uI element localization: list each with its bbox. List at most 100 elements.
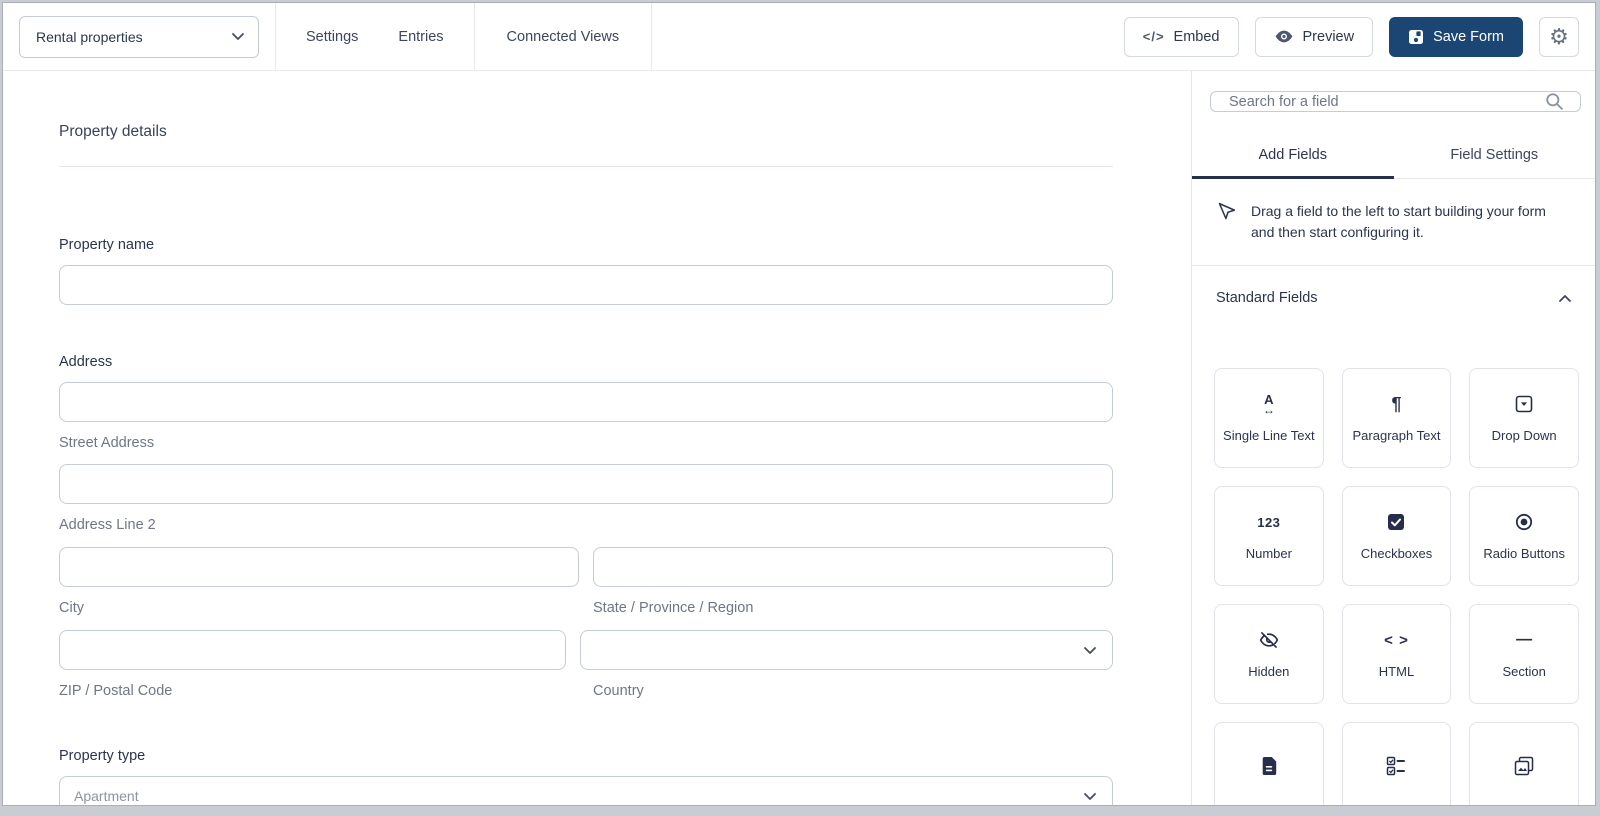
field-type-card-paragraph-text[interactable]: ¶ Paragraph Text — [1341, 368, 1452, 468]
section-divider — [59, 166, 1113, 167]
field-sidebar: Add Fields Field Settings Drag a field t… — [1191, 71, 1595, 805]
nav-settings[interactable]: Settings — [306, 29, 358, 45]
top-bar: Rental properties Settings Entries Conne… — [3, 3, 1595, 71]
form-column: Property details Property name Address S… — [59, 123, 1113, 805]
form-canvas: Property details Property name Address S… — [3, 71, 1191, 805]
preview-button-label: Preview — [1302, 28, 1355, 45]
field-type-card-number[interactable]: 123 Number — [1214, 486, 1324, 586]
single-line-text-icon: A ↔ — [1262, 391, 1275, 417]
property-type-label: Property type — [59, 748, 146, 764]
zip-country-row — [59, 630, 1113, 670]
header-nav-connected: Connected Views — [475, 29, 652, 45]
field-type-card-radio-buttons[interactable]: Radio Buttons — [1469, 486, 1579, 586]
field-type-label: Number — [1245, 546, 1292, 561]
nav-entries[interactable]: Entries — [398, 29, 443, 45]
city-state-labels: City State / Province / Region — [59, 600, 1113, 616]
drag-instruction-text: Drag a field to the left to start buildi… — [1251, 203, 1546, 240]
checkbox-icon — [1387, 511, 1405, 533]
property-name-label: Property name — [59, 237, 155, 253]
city-input[interactable] — [59, 547, 579, 587]
form-selector-dropdown[interactable]: Rental properties — [19, 15, 259, 58]
paragraph-icon: ¶ — [1391, 394, 1402, 414]
address-line2-input[interactable] — [59, 464, 1113, 504]
field-type-label: Radio Buttons — [1483, 546, 1565, 561]
zip-sublabel: ZIP / Postal Code — [59, 683, 173, 699]
eye-off-icon — [1259, 629, 1279, 651]
code-icon: < > — [1384, 631, 1409, 649]
field-type-card-hidden[interactable]: Hidden — [1214, 604, 1324, 704]
standard-fields-title: Standard Fields — [1216, 290, 1318, 306]
gear-icon: ⚙ — [1549, 23, 1569, 49]
chevron-down-icon — [1084, 647, 1096, 654]
radio-icon — [1515, 511, 1533, 533]
city-state-row — [59, 547, 1113, 587]
form-selector-value: Rental properties — [36, 28, 143, 45]
city-sublabel: City — [59, 600, 84, 616]
chevron-down-icon — [1084, 793, 1096, 800]
field-type-card-section[interactable]: — Section — [1469, 604, 1579, 704]
settings-gear-button[interactable]: ⚙ — [1539, 16, 1579, 57]
field-type-label: Single Line Text — [1223, 428, 1315, 443]
address-label: Address — [59, 354, 113, 370]
field-type-label: Hidden — [1248, 664, 1290, 679]
sidebar-tabs: Add Fields Field Settings — [1192, 132, 1595, 179]
header-actions: </> Embed Preview Save Form ⚙ — [1123, 16, 1579, 57]
form-section-title: Property details — [59, 123, 167, 140]
property-type-select[interactable]: Apartment — [59, 776, 1113, 805]
mouse-pointer-icon — [1216, 201, 1237, 243]
property-name-input[interactable] — [59, 265, 1113, 305]
field-type-card-drop-down[interactable]: Drop Down — [1469, 368, 1579, 468]
zip-country-labels: ZIP / Postal Code Country — [59, 683, 1113, 699]
standard-fields-header[interactable]: Standard Fields — [1192, 266, 1595, 308]
address-line2-sublabel: Address Line 2 — [59, 517, 156, 533]
preview-button[interactable]: Preview — [1254, 16, 1374, 57]
screenshot-frame: Rental properties Settings Entries Conne… — [0, 0, 1600, 816]
field-type-label: Checkboxes — [1360, 546, 1433, 561]
header-divider — [651, 3, 653, 70]
field-type-card-checkboxes[interactable]: Checkboxes — [1341, 486, 1452, 586]
dropdown-icon — [1515, 393, 1533, 415]
document-icon — [1260, 755, 1278, 777]
field-type-card-document[interactable] — [1214, 722, 1324, 805]
search-icon — [1545, 92, 1564, 111]
field-type-label: Paragraph Text — [1352, 428, 1441, 443]
header-nav: Settings Entries — [276, 29, 474, 45]
eye-icon — [1274, 29, 1294, 44]
field-type-label: Drop Down — [1491, 428, 1557, 443]
country-sublabel: Country — [593, 683, 644, 699]
street-address-sublabel: Street Address — [59, 435, 155, 451]
field-search — [1210, 91, 1581, 112]
app-window: Rental properties Settings Entries Conne… — [2, 2, 1596, 806]
save-icon — [1408, 29, 1424, 45]
zip-input[interactable] — [59, 630, 566, 670]
chevron-up-icon[interactable] — [1559, 294, 1571, 302]
nav-connected-views[interactable]: Connected Views — [507, 29, 620, 45]
field-type-label: Section — [1502, 664, 1546, 679]
tab-field-settings[interactable]: Field Settings — [1394, 132, 1596, 178]
number-icon: 123 — [1257, 514, 1281, 530]
field-type-card-images[interactable] — [1469, 722, 1579, 805]
code-brackets-icon: </> — [1142, 29, 1165, 44]
drag-instruction: Drag a field to the left to start buildi… — [1192, 179, 1595, 266]
field-type-card-checklist[interactable] — [1341, 722, 1452, 805]
save-button-label: Save Form — [1433, 28, 1504, 45]
embed-button-label: Embed — [1173, 28, 1220, 45]
property-type-value: Apartment — [74, 788, 139, 804]
embed-button[interactable]: </> Embed — [1123, 16, 1239, 57]
field-type-grid: A ↔ Single Line Text ¶ Paragraph Text Dr… — [1214, 368, 1579, 805]
field-type-card-html[interactable]: < > HTML — [1341, 604, 1452, 704]
country-select[interactable] — [580, 630, 1113, 670]
field-type-label: HTML — [1378, 664, 1415, 679]
section-icon: — — [1516, 631, 1533, 648]
tab-add-fields[interactable]: Add Fields — [1192, 132, 1394, 179]
chevron-down-icon — [232, 33, 244, 40]
app-body: Property details Property name Address S… — [3, 71, 1595, 805]
images-icon — [1514, 755, 1534, 777]
save-form-button[interactable]: Save Form — [1389, 16, 1523, 57]
field-type-card-single-line-text[interactable]: A ↔ Single Line Text — [1214, 368, 1324, 468]
state-sublabel: State / Province / Region — [593, 600, 754, 616]
street-address-input[interactable] — [59, 382, 1113, 422]
search-input[interactable] — [1227, 92, 1535, 111]
checklist-icon — [1386, 755, 1406, 777]
state-input[interactable] — [593, 547, 1113, 587]
